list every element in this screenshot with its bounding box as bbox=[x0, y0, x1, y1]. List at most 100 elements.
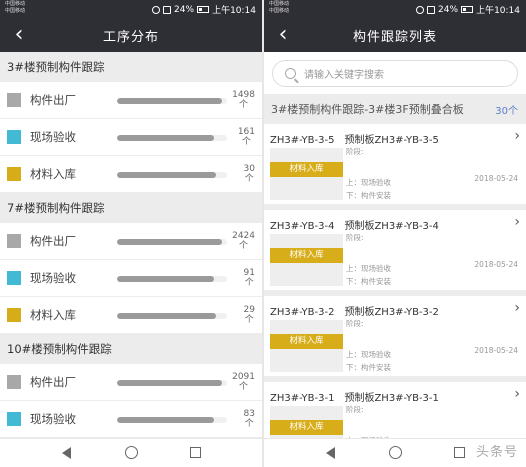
process-count: 2424 个 bbox=[232, 231, 255, 251]
process-label: 现场验收 bbox=[30, 130, 76, 144]
title-bar: ‹ 构件跟踪列表 bbox=[264, 18, 526, 52]
process-row[interactable]: 材料入库 29 个 bbox=[0, 297, 262, 334]
card-date: 2018-05-24 bbox=[474, 260, 518, 269]
progress-fill bbox=[117, 313, 216, 319]
group-header: 7#楼预制构件跟踪 bbox=[0, 193, 262, 223]
component-card[interactable]: ZH3#-YB-3-5 预制板ZH3#-YB-3-5 › 材料入库 阶段: 上：… bbox=[264, 124, 526, 210]
color-swatch bbox=[7, 308, 21, 322]
status-bar: 中国移动 中国移动 24% 上午10:14 bbox=[264, 0, 526, 18]
next-step: 下：构件安装 bbox=[346, 191, 391, 200]
stage-tag: 材料入库 bbox=[270, 420, 343, 435]
battery-percent: 24% bbox=[438, 4, 459, 15]
nav-recent-icon[interactable] bbox=[454, 447, 465, 458]
process-count: 29 个 bbox=[243, 305, 255, 325]
back-button[interactable]: ‹ bbox=[272, 22, 294, 48]
group-header: 10#楼预制构件跟踪 bbox=[0, 334, 262, 364]
component-thumbnail: 材料入库 bbox=[270, 320, 343, 372]
progress-bar bbox=[117, 98, 227, 104]
process-count: 161 个 bbox=[237, 127, 255, 147]
component-list: ZH3#-YB-3-5 预制板ZH3#-YB-3-5 › 材料入库 阶段: 上：… bbox=[264, 124, 526, 467]
progress-bar bbox=[117, 239, 227, 245]
process-count: 1498 个 bbox=[232, 90, 255, 110]
stage-tag: 材料入库 bbox=[270, 334, 343, 349]
next-step: 下：构件安装 bbox=[346, 363, 391, 372]
color-swatch bbox=[7, 234, 21, 248]
process-label: 构件出厂 bbox=[30, 234, 76, 248]
stage-label: 阶段: bbox=[346, 233, 364, 242]
process-groups: 3#楼预制构件跟踪构件出厂 1498 个现场验收 161 个材料入库 30 个 7#楼预制构件… bbox=[0, 52, 262, 438]
search-area: 请输入关键字搜索 bbox=[264, 52, 526, 94]
status-bar: 中国移动 中国移动 24% 上午10:14 bbox=[0, 0, 262, 18]
color-swatch bbox=[7, 167, 21, 181]
color-swatch bbox=[7, 412, 21, 426]
progress-fill bbox=[117, 98, 222, 104]
color-swatch bbox=[7, 375, 21, 389]
process-row[interactable]: 材料入库 30 个 bbox=[0, 156, 262, 193]
carrier-label: 中国移动 中国移动 bbox=[269, 1, 290, 14]
progress-fill bbox=[117, 380, 222, 386]
process-row[interactable]: 构件出厂 2424 个 bbox=[0, 223, 262, 260]
list-header-title: 3#楼预制构件跟踪-3#楼3F预制叠合板 bbox=[271, 103, 464, 116]
search-placeholder: 请输入关键字搜索 bbox=[304, 70, 384, 81]
component-thumbnail: 材料入库 bbox=[270, 234, 343, 286]
stage-label: 阶段: bbox=[346, 405, 364, 414]
nav-back-icon[interactable] bbox=[62, 447, 71, 459]
nav-bar bbox=[0, 438, 262, 467]
process-row[interactable]: 现场验收 161 个 bbox=[0, 119, 262, 156]
stage-tag: 材料入库 bbox=[270, 248, 343, 263]
process-label: 材料入库 bbox=[30, 167, 76, 181]
nav-recent-icon[interactable] bbox=[190, 447, 201, 458]
component-card[interactable]: ZH3#-YB-3-2 预制板ZH3#-YB-3-2 › 材料入库 阶段: 上：… bbox=[264, 296, 526, 382]
process-row[interactable]: 现场验收 83 个 bbox=[0, 401, 262, 438]
nav-bar: 头条号 bbox=[264, 438, 526, 467]
color-swatch bbox=[7, 93, 21, 107]
color-swatch bbox=[7, 130, 21, 144]
card-date: 2018-05-24 bbox=[474, 174, 518, 183]
wifi-icon bbox=[163, 5, 172, 14]
stage-tag: 材料入库 bbox=[270, 162, 343, 177]
process-row[interactable]: 构件出厂 2091 个 bbox=[0, 364, 262, 401]
watermark: 头条号 bbox=[475, 445, 518, 460]
nav-home-icon[interactable] bbox=[125, 446, 138, 459]
component-card[interactable]: ZH3#-YB-3-4 预制板ZH3#-YB-3-4 › 材料入库 阶段: 上：… bbox=[264, 210, 526, 296]
progress-fill bbox=[117, 135, 214, 141]
list-count: 30个 bbox=[495, 105, 518, 117]
color-swatch bbox=[7, 271, 21, 285]
title-bar: ‹ 工序分布 bbox=[0, 18, 262, 52]
process-label: 现场验收 bbox=[30, 271, 76, 285]
chevron-right-icon: › bbox=[514, 300, 520, 316]
progress-fill bbox=[117, 417, 214, 423]
progress-fill bbox=[117, 172, 216, 178]
search-icon bbox=[285, 68, 296, 79]
stage-label: 阶段: bbox=[346, 319, 364, 328]
process-row[interactable]: 构件出厂 1498 个 bbox=[0, 82, 262, 119]
left-screen: 中国移动 中国移动 24% 上午10:14 ‹ 工序分布 3#楼预制构件跟踪 构件出… bbox=[0, 0, 262, 467]
group-header: 3#楼预制构件跟踪 bbox=[0, 52, 262, 82]
clock: 上午10:14 bbox=[476, 6, 520, 16]
process-label: 现场验收 bbox=[30, 412, 76, 426]
prev-step: 上：现场验收 bbox=[346, 178, 391, 187]
process-count: 30 个 bbox=[243, 164, 255, 184]
nav-back-icon[interactable] bbox=[326, 447, 335, 459]
progress-bar bbox=[117, 417, 227, 423]
nav-home-icon[interactable] bbox=[389, 446, 402, 459]
process-label: 构件出厂 bbox=[30, 375, 76, 389]
process-count: 83 个 bbox=[243, 409, 255, 429]
back-button[interactable]: ‹ bbox=[8, 22, 30, 48]
process-count: 2091 个 bbox=[232, 372, 255, 392]
progress-bar bbox=[117, 380, 227, 386]
progress-fill bbox=[117, 239, 222, 245]
chevron-right-icon: › bbox=[514, 214, 520, 230]
prev-step: 上：现场验收 bbox=[346, 350, 391, 359]
chevron-right-icon: › bbox=[514, 386, 520, 402]
process-row[interactable]: 现场验收 91 个 bbox=[0, 260, 262, 297]
process-label: 构件出厂 bbox=[30, 93, 76, 107]
progress-bar bbox=[117, 172, 227, 178]
battery-percent: 24% bbox=[174, 4, 195, 15]
chevron-right-icon: › bbox=[514, 128, 520, 144]
list-header: 3#楼预制构件跟踪-3#楼3F预制叠合板 30个 bbox=[264, 94, 526, 124]
search-input[interactable]: 请输入关键字搜索 bbox=[272, 60, 518, 87]
card-date: 2018-05-24 bbox=[474, 346, 518, 355]
alarm-icon bbox=[416, 5, 425, 14]
clock: 上午10:14 bbox=[212, 6, 256, 16]
